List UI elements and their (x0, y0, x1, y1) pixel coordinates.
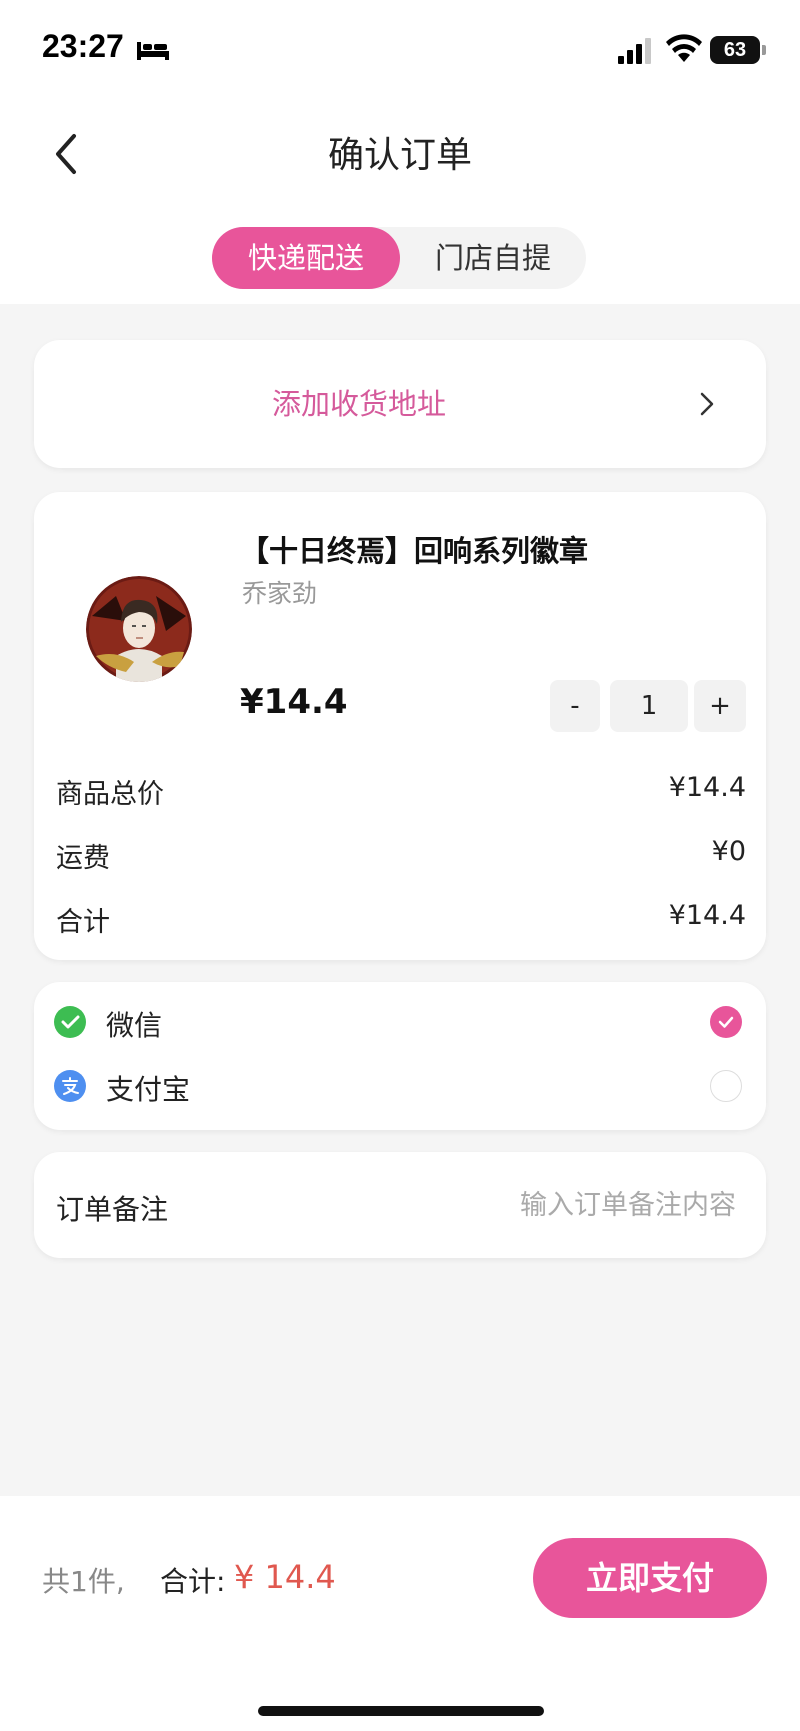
wechat-radio-checked[interactable] (710, 1006, 742, 1038)
alipay-label: 支付宝 (106, 1073, 191, 1106)
payment-method-card: 微信 支付宝 (34, 982, 766, 1130)
quantity-value[interactable]: 1 (610, 680, 688, 732)
pay-now-button[interactable]: 立即支付 (533, 1538, 767, 1618)
status-bar: 23:27 63 (0, 0, 800, 100)
tab-express-delivery[interactable]: 快递配送 (212, 227, 400, 289)
order-remark-label: 订单备注 (56, 1193, 169, 1226)
order-total-value: ¥14.4 (668, 900, 746, 931)
wifi-icon (666, 34, 702, 62)
order-total-row: 合计 ¥14.4 (56, 900, 746, 940)
battery-icon: 63 (710, 36, 760, 64)
product-thumbnail (86, 576, 192, 682)
wechat-label: 微信 (106, 1009, 163, 1042)
items-total-label: 商品总价 (56, 779, 164, 810)
chevron-right-icon (700, 392, 714, 416)
quantity-decrease-button[interactable]: - (550, 680, 600, 732)
alipay-radio-unchecked[interactable] (710, 1070, 742, 1102)
product-title: 【十日终焉】回响系列徽章 (240, 534, 589, 568)
product-price: ¥14.4 (240, 682, 348, 722)
shipping-value: ¥0 (711, 836, 746, 867)
badge-portrait-image (86, 576, 192, 682)
checkout-bar: 共1件, 合计: ¥ 14.4 立即支付 (0, 1496, 800, 1731)
checkout-total-label: 合计: (160, 1565, 226, 1598)
status-time: 23:27 (42, 28, 124, 64)
order-remark-input[interactable] (416, 1178, 736, 1232)
bed-icon (137, 42, 169, 60)
items-total-value: ¥14.4 (668, 772, 746, 803)
product-variant: 乔家劲 (242, 579, 318, 608)
product-card: 【十日终焉】回响系列徽章 乔家劲 ¥14.4 - 1 + 商品总价 ¥14.4 … (34, 492, 766, 960)
item-count: 共1件, (42, 1565, 125, 1598)
battery-tip (762, 45, 766, 55)
order-remark-card: 订单备注 (34, 1152, 766, 1258)
alipay-icon (54, 1070, 86, 1102)
quantity-increase-button[interactable]: + (694, 680, 746, 732)
delivery-tabs: 快递配送 门店自提 (212, 227, 586, 289)
tab-store-pickup[interactable]: 门店自提 (400, 227, 586, 289)
home-indicator (258, 1706, 544, 1716)
items-total-row: 商品总价 ¥14.4 (56, 772, 746, 812)
checkout-total-value: ¥ 14.4 (234, 1558, 336, 1596)
shipping-label: 运费 (56, 843, 110, 874)
add-address-card[interactable]: 添加收货地址 (34, 340, 766, 468)
payment-option-alipay[interactable]: 支付宝 (34, 1056, 766, 1116)
add-address-label: 添加收货地址 (271, 387, 446, 421)
payment-option-wechat[interactable]: 微信 (34, 992, 766, 1052)
shipping-row: 运费 ¥0 (56, 836, 746, 876)
page-title: 确认订单 (327, 135, 472, 176)
signal-icon (618, 38, 651, 64)
order-total-label: 合计 (56, 907, 110, 938)
check-icon (718, 1016, 734, 1028)
wechat-icon (54, 1006, 86, 1038)
